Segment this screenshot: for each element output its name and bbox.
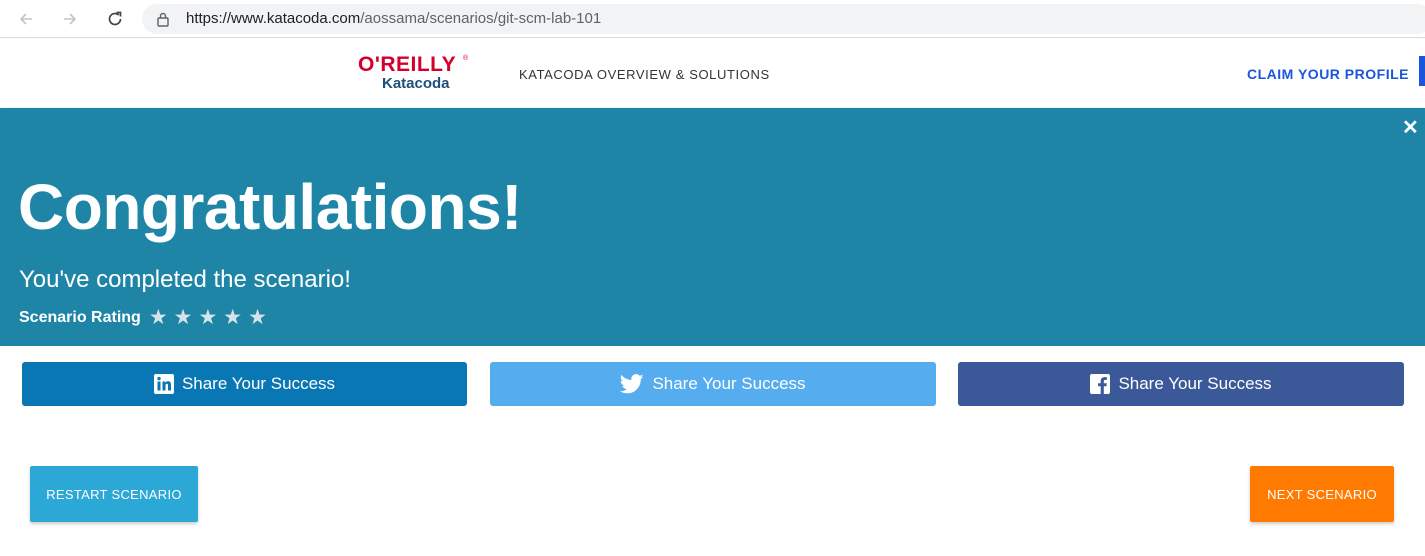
rating-label: Scenario Rating: [19, 308, 141, 326]
arrow-right-icon: [64, 13, 77, 25]
star-icon[interactable]: ★: [174, 307, 193, 328]
logo-registered-mark: ®: [463, 55, 469, 62]
nav-overview-link[interactable]: KATACODA OVERVIEW & SOLUTIONS: [519, 67, 770, 82]
completion-subtitle: You've completed the scenario!: [19, 266, 351, 293]
facebook-icon: [1090, 374, 1111, 394]
twitter-icon: [620, 374, 644, 394]
forward-button[interactable]: [58, 7, 82, 31]
header-edge-button[interactable]: [1419, 56, 1425, 86]
url-text: https://www.katacoda.com/aossama/scenari…: [186, 10, 601, 27]
logo-oreilly-text: O'REILLY: [358, 53, 457, 76]
reload-button[interactable]: [103, 7, 127, 31]
share-facebook-label: Share Your Success: [1118, 374, 1272, 393]
linkedin-icon: [153, 374, 174, 394]
url-host: https://www.katacoda.com: [186, 10, 361, 27]
scenario-rating: Scenario Rating ★ ★ ★ ★ ★: [19, 307, 273, 328]
share-linkedin-label: Share Your Success: [181, 374, 336, 393]
url-path: /aossama/scenarios/git-scm-lab-101: [360, 10, 602, 27]
star-icon[interactable]: ★: [223, 307, 242, 328]
address-bar[interactable]: https://www.katacoda.com/aossama/scenari…: [142, 4, 1425, 34]
close-icon[interactable]: ✕: [1402, 118, 1419, 138]
congratulations-banner: ✕ Congratulations! You've completed the …: [0, 108, 1425, 346]
arrow-left-icon: [19, 13, 32, 25]
share-linkedin-button[interactable]: Share Your Success: [22, 362, 467, 406]
page-title: Congratulations!: [18, 171, 522, 243]
restart-scenario-button[interactable]: RESTART SCENARIO: [30, 466, 198, 522]
next-scenario-button[interactable]: NEXT SCENARIO: [1250, 466, 1394, 522]
claim-profile-link[interactable]: CLAIM YOUR PROFILE: [1247, 66, 1409, 82]
star-icon[interactable]: ★: [248, 307, 267, 328]
browser-toolbar: https://www.katacoda.com/aossama/scenari…: [0, 0, 1425, 38]
star-icon[interactable]: ★: [198, 307, 217, 328]
star-icon[interactable]: ★: [149, 307, 168, 328]
site-header: O'REILLY ® Katacoda KATACODA OVERVIEW & …: [0, 39, 1425, 107]
share-facebook-button[interactable]: Share Your Success: [958, 362, 1404, 406]
lock-icon: [156, 11, 170, 32]
oreilly-katacoda-logo[interactable]: O'REILLY ® Katacoda: [358, 53, 474, 93]
logo-katacoda-text: Katacoda: [382, 75, 450, 92]
share-twitter-button[interactable]: Share Your Success: [490, 362, 936, 406]
share-twitter-label: Share Your Success: [652, 374, 806, 393]
reload-icon: [108, 11, 122, 26]
back-button[interactable]: [14, 7, 38, 31]
